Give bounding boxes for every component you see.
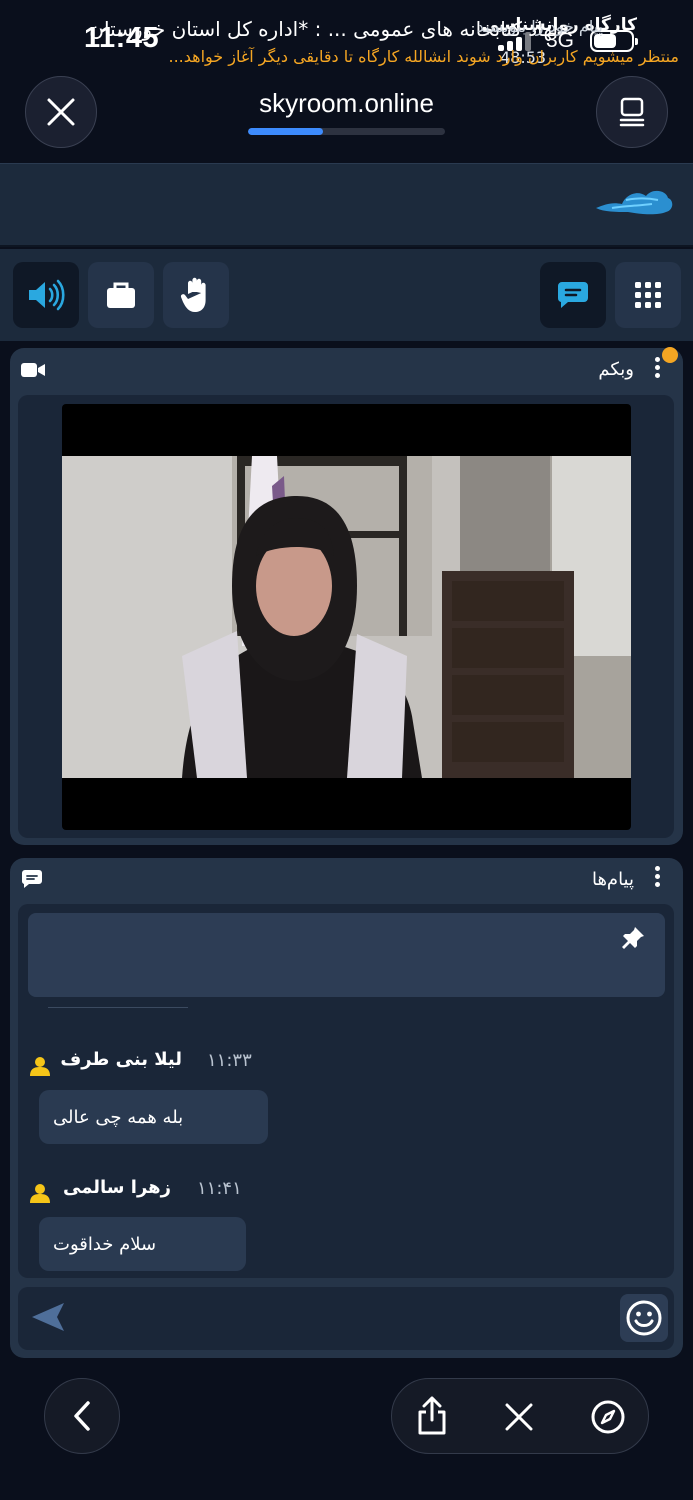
- room-header: [0, 163, 693, 247]
- messages-options-button[interactable]: [655, 866, 661, 890]
- webcam-panel-title: وبکم: [598, 359, 634, 380]
- close-browser-button[interactable]: [499, 1397, 539, 1437]
- close-icon: [505, 1403, 533, 1431]
- raise-hand-button[interactable]: [163, 262, 229, 328]
- message-icon: [21, 870, 42, 888]
- user-avatar-icon: [30, 1057, 50, 1076]
- emoji-button[interactable]: [620, 1294, 668, 1342]
- close-icon: [47, 98, 75, 126]
- message-time: ۱۱:۴۱: [197, 1178, 242, 1199]
- close-tab-button[interactable]: [25, 76, 97, 148]
- message-sender-name: زهرا سالمی: [63, 1177, 171, 1198]
- skyroom-logo-icon: [596, 190, 673, 215]
- notification-dot: [662, 347, 678, 363]
- message-bubble: بله همه چی عالی: [39, 1090, 268, 1144]
- files-button[interactable]: [88, 262, 154, 328]
- chat-icon: [557, 282, 588, 308]
- chat-toggle-button[interactable]: [540, 262, 606, 328]
- reader-icon: [619, 97, 645, 127]
- compass-icon: [591, 1400, 625, 1434]
- pinned-message[interactable]: [28, 913, 665, 997]
- audio-toggle-button[interactable]: [13, 262, 79, 328]
- chevron-left-icon: [74, 1401, 90, 1431]
- share-button[interactable]: [412, 1394, 452, 1438]
- video-camera-icon: [21, 363, 45, 377]
- smiley-icon: [626, 1300, 662, 1336]
- page-load-progress: [248, 128, 445, 135]
- pin-icon: [622, 927, 644, 949]
- messages-panel-title: پیام‌ها: [591, 869, 634, 890]
- message-input[interactable]: پیام خود را بنویسید: [477, 17, 603, 36]
- message-sender-name: لیلا بنی طرف: [60, 1049, 182, 1070]
- raise-hand-icon: [180, 277, 206, 312]
- back-button[interactable]: [44, 1378, 120, 1454]
- open-in-browser-button[interactable]: [587, 1396, 629, 1438]
- share-icon: [418, 1396, 446, 1435]
- grid-icon: [635, 282, 661, 308]
- webcam-options-button[interactable]: [655, 357, 661, 381]
- send-icon[interactable]: [30, 1301, 66, 1333]
- pinned-message-text: منتظر میشویم کاربران وارد شوند انشالله ک…: [168, 47, 679, 66]
- message-bubble: سلام خداقوت: [39, 1217, 246, 1271]
- webcam-video-feed: [62, 456, 631, 778]
- divider: [48, 1007, 188, 1008]
- briefcase-icon: [107, 282, 135, 308]
- speaker-icon: [29, 279, 65, 311]
- message-composer: [18, 1287, 674, 1350]
- user-avatar-icon: [30, 1184, 50, 1203]
- page-load-progress-fill: [248, 128, 323, 135]
- layout-menu-button[interactable]: [615, 262, 681, 328]
- message-time: ۱۱:۳۳: [207, 1050, 252, 1071]
- reader-mode-button[interactable]: [596, 76, 668, 148]
- url-display[interactable]: skyroom.online: [200, 88, 493, 119]
